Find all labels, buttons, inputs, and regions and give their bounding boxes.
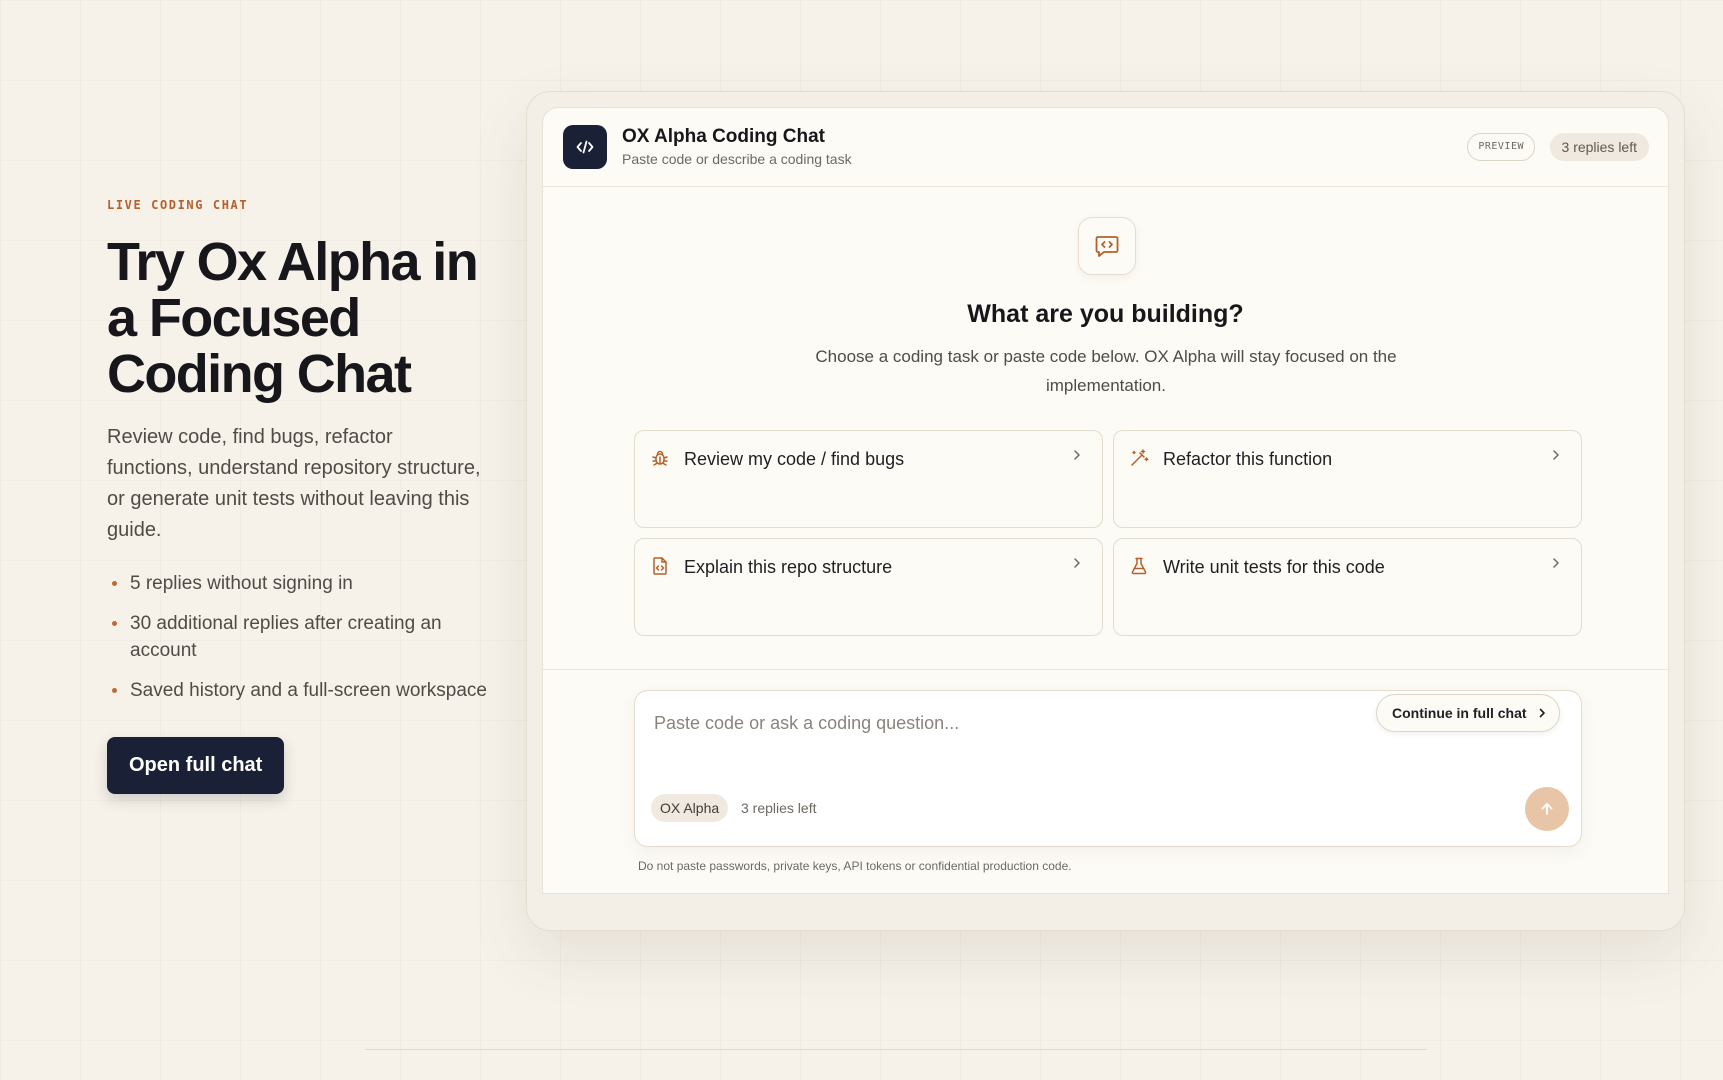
bullet-dot-icon (112, 581, 117, 586)
task-label: Review my code / find bugs (684, 449, 905, 469)
bullet-dot-icon (112, 621, 117, 626)
chat-card-frame: OX Alpha Coding Chat Paste code or descr… (526, 91, 1685, 931)
model-chip[interactable]: OX Alpha (651, 794, 729, 822)
task-explain-repo[interactable]: Explain this repo structure (634, 538, 1103, 636)
feature-item: Saved history and a full-screen workspac… (107, 677, 487, 704)
chat-subtitle: Paste code or describe a coding task (622, 151, 852, 167)
hero-section: LIVE CODING CHAT Try Ox Alpha in a Focus… (107, 198, 487, 794)
chevron-right-icon (1074, 450, 1080, 460)
open-full-chat-button[interactable]: Open full chat (107, 737, 285, 794)
feature-item-label: Saved history and a full-screen workspac… (130, 680, 487, 701)
task-review-code[interactable]: Review my code / find bugs (634, 430, 1103, 528)
bullet-dot-icon (112, 688, 117, 693)
intro-subtext: Choose a coding task or paste code below… (815, 347, 1397, 395)
task-label: Refactor this function (1163, 449, 1333, 469)
chat-header: OX Alpha Coding Chat Paste code or descr… (543, 108, 1668, 187)
task-label: Explain this repo structure (684, 557, 893, 577)
continue-full-chat-button[interactable]: Continue in full chat (1376, 694, 1560, 732)
intro-question: What are you building? (967, 300, 1244, 328)
code-icon (563, 125, 607, 169)
feature-list: 5 replies without signing in 30 addition… (107, 570, 487, 704)
feature-item: 5 replies without signing in (107, 570, 487, 597)
flask-icon (1131, 557, 1147, 575)
message-input[interactable] (654, 713, 1354, 734)
composer-area: OX Alpha 3 replies left Continue in full… (543, 669, 1668, 893)
chevron-right-icon (1074, 558, 1080, 568)
disclaimer: Do not paste passwords, private keys, AP… (638, 859, 1072, 873)
magic-wand-icon (1131, 449, 1149, 466)
task-write-unit-tests[interactable]: Write unit tests for this code (1113, 538, 1582, 636)
hero-description: Review code, find bugs, refactor functio… (107, 426, 481, 541)
section-divider (365, 1049, 1427, 1050)
hero-eyebrow: LIVE CODING CHAT (107, 198, 249, 212)
chevron-right-icon (1553, 450, 1559, 460)
feature-item-label: 30 additional replies after creating an … (130, 613, 442, 661)
bug-icon (652, 450, 668, 466)
send-button[interactable] (1525, 787, 1569, 831)
chat-card: OX Alpha Coding Chat Paste code or descr… (542, 107, 1669, 894)
feature-item: 30 additional replies after creating an … (107, 610, 487, 664)
code-message-icon (1078, 217, 1136, 275)
feature-item-label: 5 replies without signing in (130, 573, 353, 594)
code-file-icon (653, 557, 667, 575)
hero-title: Try Ox Alpha in a Focused Coding Chat (107, 232, 479, 404)
chat-body: What are you building? Choose a coding t… (543, 187, 1668, 669)
replies-left-badge: 3 replies left (1549, 133, 1649, 161)
chevron-right-icon (1539, 708, 1545, 718)
composer-replies-left: 3 replies left (741, 800, 817, 816)
task-label: Write unit tests for this code (1163, 557, 1385, 577)
task-grid: Review my code / find bugs Refactor this… (634, 430, 1582, 636)
preview-badge: PREVIEW (1467, 133, 1535, 161)
chat-title: OX Alpha Coding Chat (622, 126, 826, 147)
continue-label: Continue in full chat (1392, 705, 1527, 721)
arrow-up-icon (1541, 803, 1553, 815)
chevron-right-icon (1553, 558, 1559, 568)
task-refactor-function[interactable]: Refactor this function (1113, 430, 1582, 528)
